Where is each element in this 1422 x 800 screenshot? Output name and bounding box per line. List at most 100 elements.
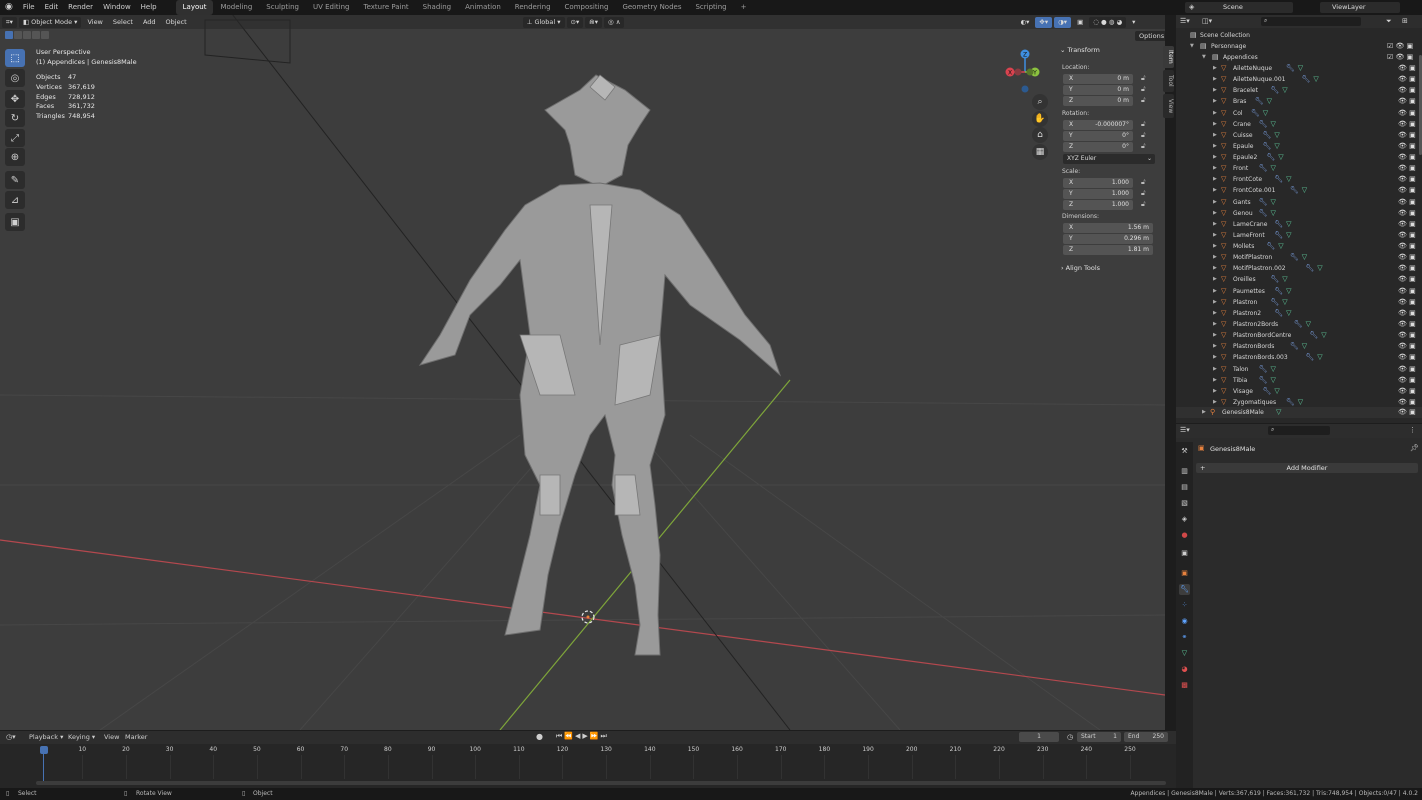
outliner-item[interactable]: ▶ ▽ Cuisse 🔧︎ ▽ 👁︎ ▣ [1176,130,1422,141]
menu-edit[interactable]: Edit [40,0,64,15]
menu-playback[interactable]: Playback ▾ [29,733,63,741]
dimensions-y-field[interactable]: Y 0.296 m [1063,234,1153,244]
visibility-icons[interactable]: 👁︎ ▣ [1398,320,1416,328]
modifier-wrench-icon[interactable]: 🔧︎ [1179,584,1190,595]
visibility-icons[interactable]: 👁︎ ▣ [1398,398,1416,406]
outliner-item[interactable]: ▶ ▽ Tibia 🔧︎ ▽ 👁︎ ▣ [1176,375,1422,386]
menu-view[interactable]: View [104,733,119,741]
editor-type-icon[interactable]: ⌗▾ [2,16,17,28]
lock-icon[interactable]: 🔓︎ [1141,131,1146,140]
align-tools-header[interactable]: › Align Tools [1061,264,1100,272]
outliner-item[interactable]: ▶ ▽ AiletteNuque 🔧︎ ▽ 👁︎ ▣ [1176,63,1422,74]
search-input[interactable]: ⌕ [1261,17,1361,26]
outliner-item[interactable]: ▶ ▽ AiletteNuque.001 🔧︎ ▽ 👁︎ ▣ [1176,74,1422,85]
tab-item[interactable]: Item [1163,46,1174,68]
tab-tool[interactable]: Tool [1163,70,1174,92]
shading-dropdown-icon[interactable]: ▾ [1128,17,1139,28]
outliner-item[interactable]: ▶ ▽ LameFront 🔧︎ ▽ 👁︎ ▣ [1176,230,1422,241]
options-button[interactable]: Options ▾ [1135,31,1165,41]
timeline[interactable]: ◷▾ Playback ▾ Keying ▾ View Marker ● ⏮⏪◀… [0,731,1176,788]
outliner-item[interactable]: ▶ ▽ Plastron2 🔧︎ ▽ 👁︎ ▣ [1176,308,1422,319]
visibility-icons[interactable]: 👁︎ ▣ [1398,209,1416,217]
texture-icon[interactable]: ▩ [1179,680,1190,691]
outliner-item[interactable]: ▶ ▽ Plastron 🔧︎ ▽ 👁︎ ▣ [1176,297,1422,308]
annotate-tool-icon[interactable]: ✎ [5,171,25,189]
navigation-gizmo[interactable]: Z Y X [1000,47,1050,97]
dimensions-x-field[interactable]: X 1.56 m [1063,223,1153,233]
row-controls-icon[interactable]: ☑ 👁︎ ▣ [1387,53,1413,61]
timeline-scrollbar[interactable] [36,781,1166,785]
playback-controls-icon[interactable]: ⏮⏪◀▶⏩⏭ [556,732,609,741]
tool-icon[interactable]: ⚒ [1179,446,1190,457]
world-icon[interactable]: ● [1179,530,1190,541]
scene-collection-row[interactable]: ▤ Scene Collection [1176,30,1422,41]
outliner-item[interactable]: ▶ ▽ Front 🔧︎ ▽ 👁︎ ▣ [1176,163,1422,174]
visibility-icons[interactable]: 👁︎ ▣ [1398,64,1416,72]
visibility-icons[interactable]: 👁︎ ▣ [1398,175,1416,183]
outliner[interactable]: ☰▾ ◫▾ ⌕ ⏷ ⊞ ▤ Scene Collection ▼ ▤ Perso… [1176,15,1422,423]
outliner-item[interactable]: ▶ ▽ Epaule 🔧︎ ▽ 👁︎ ▣ [1176,141,1422,152]
outliner-item[interactable]: ▶ ▽ Paumettes 🔧︎ ▽ 👁︎ ▣ [1176,286,1422,297]
scene-icon[interactable]: ◈ [1179,514,1190,525]
clock-icon[interactable]: ◷▾ [6,733,16,741]
mode-dropdown[interactable]: ◧ Object Mode ▾ [18,16,82,28]
visibility-icons[interactable]: 👁︎ ▣ [1398,131,1416,139]
outliner-item[interactable]: ▶ ▽ Bracelet 🔧︎ ▽ 👁︎ ▣ [1176,85,1422,96]
object-icon[interactable]: ▣ [1179,568,1190,579]
visibility-icons[interactable]: 👁︎ ▣ [1398,198,1416,206]
visibility-icons[interactable]: 👁︎ ▣ [1398,387,1416,395]
outliner-item[interactable]: ▶ ▽ Oreilles 🔧︎ ▽ 👁︎ ▣ [1176,274,1422,285]
select-box-tool-icon[interactable]: ⬚ [5,49,25,67]
visibility-icons[interactable]: 👁︎ ▣ [1398,298,1416,306]
menu-render[interactable]: Render [63,0,98,15]
tab-compositing[interactable]: Compositing [558,0,616,15]
rotation-mode-dropdown[interactable]: XYZ Euler ⌄ [1063,154,1155,164]
start-frame-field[interactable]: Start 1 [1077,732,1121,742]
visibility-icons[interactable]: 👁︎ ▣ [1398,109,1416,117]
view-layer-icon[interactable]: ▧ [1179,498,1190,509]
lock-icon[interactable]: 🔓︎ [1141,189,1146,198]
tab-animation[interactable]: Animation [458,0,508,15]
lock-icon[interactable]: 🔓︎ [1141,142,1146,151]
visibility-icons[interactable]: 👁︎ ▣ [1398,86,1416,94]
visibility-icons[interactable]: 👁︎ ▣ [1398,365,1416,373]
tab-modeling[interactable]: Modeling [213,0,259,15]
visibility-icons[interactable]: 👁︎ ▣ [1398,309,1416,317]
transform-orientation-dropdown[interactable]: ⊥ Global ▾ [522,16,565,28]
tab-layout[interactable]: Layout [175,0,214,15]
3d-viewport[interactable]: ⌗▾ ◧ Object Mode ▾ View Select Add Objec… [0,15,1165,730]
properties-editor[interactable]: ☰▾ ⌕ ⋮ ⚒ ▥ ▤ ▧ ◈ ● ▣ ▣ 🔧︎ ⁘ ◉ ⚭ ▽ ◕ ▩ ▣ … [1176,424,1422,788]
menu-help[interactable]: Help [136,0,162,15]
menu-window[interactable]: Window [98,0,136,15]
outliner-item[interactable]: ▶ ▽ Talon 🔧︎ ▽ 👁︎ ▣ [1176,364,1422,375]
visibility-icons[interactable]: 👁︎ ▣ [1398,97,1416,105]
visibility-icons[interactable]: 👁︎ ▣ [1398,242,1416,250]
add-workspace-button[interactable]: + [734,0,754,15]
outliner-item[interactable]: ▶ ▽ Gants 🔧︎ ▽ 👁︎ ▣ [1176,197,1422,208]
row-controls-icon[interactable]: ☑ 👁︎ ▣ [1387,42,1413,50]
visibility-icons[interactable]: 👁︎ ▣ [1398,120,1416,128]
display-mode-icon[interactable]: ◫▾ [1202,17,1212,25]
lock-icon[interactable]: 🔓︎ [1141,200,1146,209]
view-layer-selector[interactable]: ViewLayer [1320,2,1400,13]
visibility-icons[interactable]: 👁︎ ▣ [1398,408,1416,416]
ortho-grid-icon[interactable]: ▦ [1032,144,1048,160]
zoom-icon[interactable]: ⌕ [1032,94,1048,110]
select-subtract-icon[interactable] [23,31,31,39]
menu-marker[interactable]: Marker [125,733,147,741]
location-z-field[interactable]: Z 0 m [1063,96,1133,106]
select-extend-icon[interactable] [14,31,22,39]
tab-uv-editing[interactable]: UV Editing [306,0,357,15]
outliner-item[interactable]: ▶ ▽ FrontCote.001 🔧︎ ▽ 👁︎ ▣ [1176,185,1422,196]
tab-sculpting[interactable]: Sculpting [259,0,306,15]
measure-tool-icon[interactable]: ⊿ [5,191,25,209]
clock-icon[interactable]: ◷ [1067,733,1073,741]
pivot-icon[interactable]: ⊙▾ [566,16,584,28]
new-collection-icon[interactable]: ⊞ [1402,17,1408,25]
pin-icon[interactable]: 📌︎ [1410,444,1419,452]
scale-z-field[interactable]: Z 1.000 [1063,200,1133,210]
menu-keying[interactable]: Keying ▾ [68,733,95,741]
scene-selector[interactable]: ◈ Scene [1185,2,1293,13]
blender-logo-icon[interactable]: ◉ [0,0,18,15]
visibility-icons[interactable]: 👁︎ ▣ [1398,264,1416,272]
